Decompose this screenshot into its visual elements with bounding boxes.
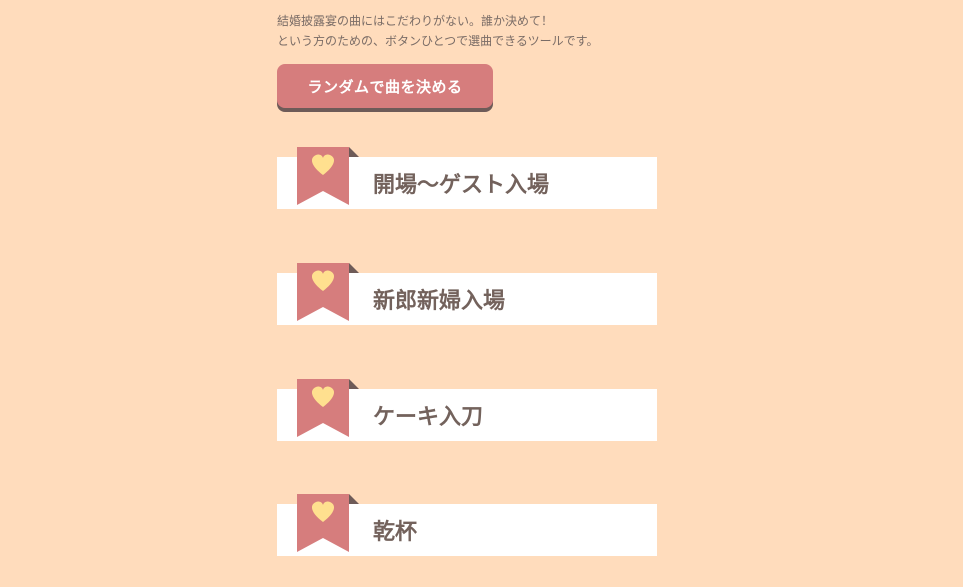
scene-card-opening[interactable]: 開場〜ゲスト入場 [277,147,657,209]
intro-line-1: 結婚披露宴の曲にはこだわりがない。誰か決めて！ [277,14,554,28]
page: 結婚披露宴の曲にはこだわりがない。誰か決めて！ という方のための、ボタンひとつで… [0,0,963,587]
heart-ribbon-icon [297,494,359,552]
scene-label: ケーキ入刀 [373,405,484,430]
scene-card-cake-cutting[interactable]: ケーキ入刀 [277,379,657,441]
intro-text: 結婚披露宴の曲にはこだわりがない。誰か決めて！ という方のための、ボタンひとつで… [277,11,598,51]
scene-card-toast[interactable]: 乾杯 [277,494,657,556]
scene-label: 新郎新婦入場 [373,289,506,314]
heart-ribbon-icon [297,379,359,437]
scene-label: 乾杯 [373,520,418,545]
scene-card-couple-entrance[interactable]: 新郎新婦入場 [277,263,657,325]
scene-label: 開場〜ゲスト入場 [373,173,550,198]
heart-ribbon-icon [297,147,359,205]
intro-line-2: という方のための、ボタンひとつで選曲できるツールです。 [277,34,599,48]
heart-ribbon-icon [297,263,359,321]
random-song-button[interactable]: ランダムで曲を決める [277,64,493,108]
